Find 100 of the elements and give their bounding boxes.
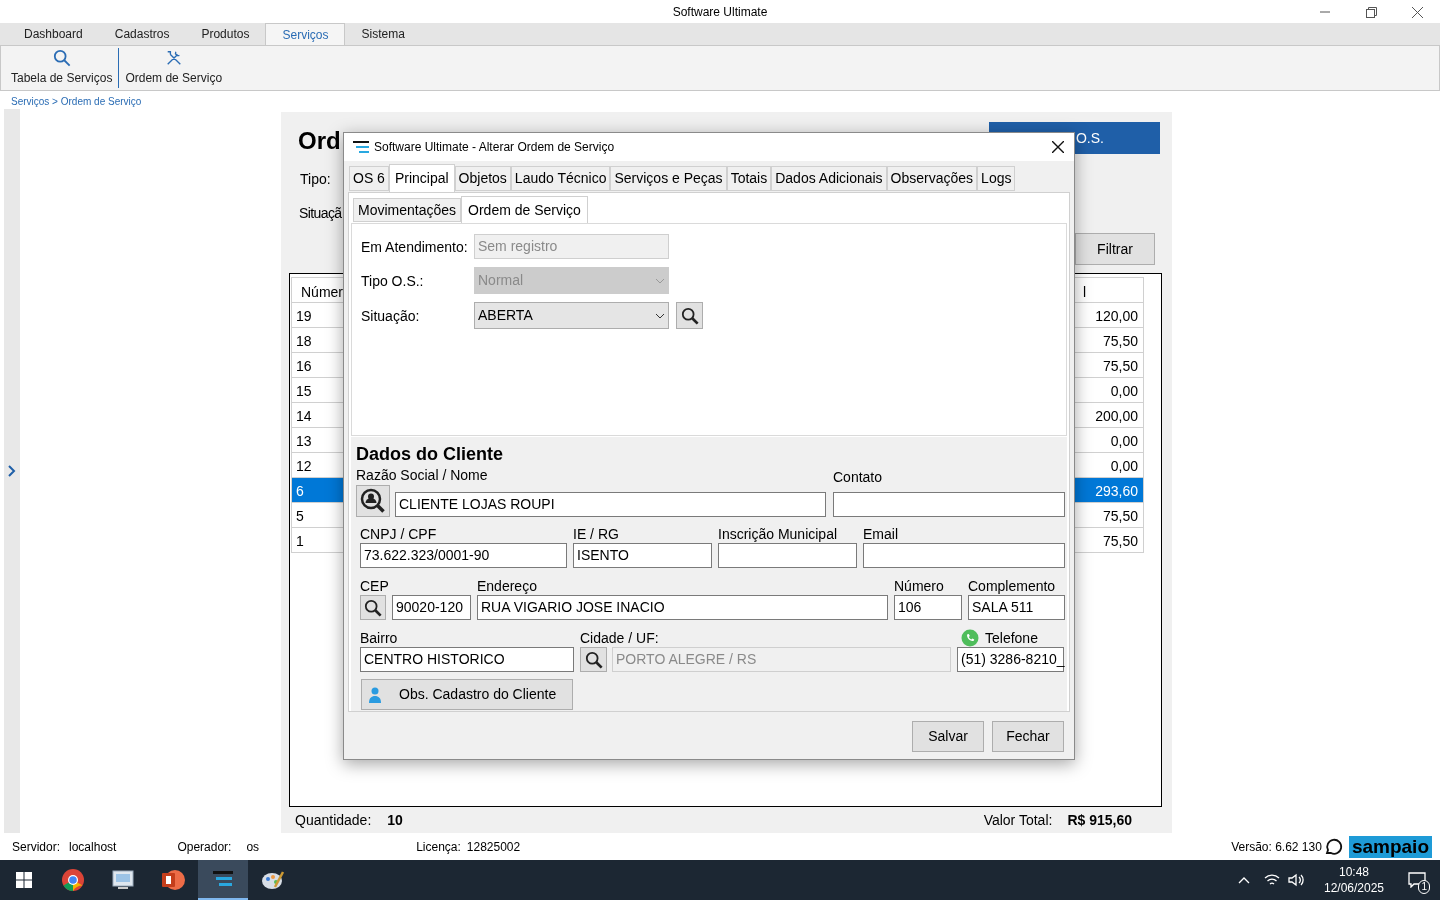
speaker-icon[interactable] — [1288, 873, 1306, 887]
chevron-right-icon[interactable] — [8, 465, 16, 478]
notifications-button[interactable]: 1 — [1394, 860, 1440, 900]
status-label: Operador: — [177, 838, 232, 856]
quantity-value: 10 — [387, 810, 403, 830]
phone-chat-icon — [961, 629, 979, 647]
field-label: Em Atendimento: — [361, 237, 469, 256]
menu-tab[interactable]: Produtos — [185, 23, 266, 45]
dialog-tab[interactable]: Serviços e Peças — [610, 166, 727, 191]
field-label: Tipo: — [300, 170, 331, 189]
dialog-tab[interactable]: OS 6 — [349, 166, 389, 191]
dropdown[interactable]: ABERTA — [474, 302, 669, 329]
restore-icon — [1365, 6, 1377, 18]
field-label: Endereço — [477, 577, 538, 595]
clock[interactable]: 10:48 12/06/2025 — [1318, 864, 1390, 896]
dialog-title: Software Ultimate - Alterar Ordem de Serviço — [374, 139, 615, 156]
text-field[interactable]: 90020-120 — [392, 595, 471, 620]
text-field[interactable] — [833, 492, 1065, 517]
field-label: CEP — [360, 577, 390, 595]
menu-tab[interactable]: Sistema — [345, 23, 421, 45]
field-label: Cidade / UF: — [580, 629, 660, 647]
field-label: IE / RG — [573, 525, 620, 543]
text-field[interactable]: 73.622.323/0001-90 — [360, 543, 567, 568]
subtab[interactable]: Movimentações — [353, 198, 462, 222]
status-label: Licença: — [416, 838, 461, 856]
chevron-up-icon[interactable] — [1238, 876, 1250, 884]
field-label: Número — [894, 577, 945, 595]
dialog-tab[interactable]: Totais — [726, 166, 772, 191]
total-value: R$ 915,60 — [1067, 810, 1132, 830]
field-label: Complemento — [968, 577, 1057, 595]
status-value: os — [246, 838, 260, 856]
chevron-down-icon — [655, 312, 665, 319]
field-label: Email — [863, 525, 899, 543]
text-field[interactable]: CLIENTE LOJAS ROUPI — [395, 492, 826, 517]
dialog-tab[interactable]: Objetos — [454, 166, 511, 191]
menu-tab[interactable]: Cadastros — [98, 23, 186, 45]
field-label: Inscrição Municipal — [718, 525, 839, 543]
status-label: Servidor: — [12, 838, 61, 856]
status-value: localhost — [69, 838, 117, 856]
person-icon — [369, 686, 381, 703]
field-label: Situação: — [361, 306, 421, 325]
search-button[interactable] — [580, 647, 607, 672]
client-notes-button[interactable]: Obs. Cadastro do Cliente — [361, 679, 573, 710]
field-label: Bairro — [360, 629, 399, 647]
text-field[interactable]: RUA VIGARIO JOSE INACIO — [477, 595, 888, 620]
search-button[interactable] — [676, 302, 703, 329]
search-button[interactable] — [360, 595, 386, 620]
active-app-taskbar-icon[interactable] — [198, 860, 248, 900]
search-icon — [52, 49, 71, 68]
ribbon-button[interactable]: Ordem de Serviço — [119, 46, 229, 91]
search-icon — [364, 598, 382, 617]
search-icon — [680, 306, 699, 325]
field-label: Telefone — [985, 629, 1038, 647]
menu-tab[interactable]: Dashboard — [8, 23, 99, 45]
search-icon — [584, 650, 603, 669]
dialog-tab[interactable]: Dados Adicionais — [771, 166, 887, 191]
windows-logo-icon — [16, 872, 32, 888]
breadcrumb: Serviços > Ordem de Serviço — [11, 95, 142, 110]
text-field[interactable] — [863, 543, 1065, 568]
dialog-tab[interactable]: Principal — [388, 164, 455, 192]
status-value: 12825002 — [466, 838, 521, 856]
text-field[interactable] — [718, 543, 857, 568]
notification-count: 1 — [1418, 880, 1430, 894]
menu-tab[interactable]: Serviços — [265, 23, 346, 45]
user-search-icon — [360, 488, 386, 514]
section-title: Dados do Cliente — [356, 444, 504, 464]
column-header: Númer — [300, 283, 344, 303]
client-search-button[interactable] — [356, 485, 390, 517]
app-logo-icon — [353, 140, 369, 154]
field-label: Tipo O.S.: — [361, 271, 425, 290]
total-label: Valor Total: — [983, 810, 1053, 830]
dialog-tab[interactable]: Observações — [886, 166, 978, 191]
field-label: Razão Social / Nome — [356, 466, 489, 484]
dialog-tab[interactable]: Logs — [977, 166, 1016, 191]
version-text: Versão: 6.62 130 — [1231, 838, 1322, 856]
dialog-button[interactable]: Fechar — [992, 721, 1064, 752]
text-field[interactable]: ISENTO — [573, 543, 712, 568]
page-title: Ord — [298, 126, 341, 157]
field-label: Situaçã — [299, 204, 342, 223]
brand-logo: sampaio — [1348, 835, 1432, 858]
filter-button[interactable]: Filtrar — [1075, 233, 1155, 266]
subtab[interactable]: Ordem de Serviço — [461, 196, 588, 223]
text-field[interactable]: CENTRO HISTORICO — [360, 647, 574, 672]
minimize-icon — [1320, 11, 1330, 13]
wifi-icon[interactable] — [1264, 873, 1280, 887]
quantity-label: Quantidade: — [295, 810, 372, 830]
close-button[interactable] — [1050, 139, 1066, 155]
dialog-button[interactable]: Salvar — [912, 721, 984, 752]
dialog-tab[interactable]: Laudo Técnico — [510, 166, 611, 191]
ribbon-button[interactable]: Tabela de Serviços — [5, 46, 119, 91]
field-label: Contato — [833, 468, 884, 486]
text-field[interactable]: (51) 3286-8210_ — [957, 647, 1064, 672]
chevron-down-icon — [655, 277, 665, 284]
close-icon — [1411, 6, 1423, 18]
text-field[interactable]: 106 — [894, 595, 962, 620]
window-title: Software Ultimate — [672, 3, 768, 21]
text-field[interactable]: SALA 511 — [968, 595, 1065, 620]
column-header: l — [1082, 283, 1088, 303]
field-label: CNPJ / CPF — [360, 525, 438, 543]
message-icon — [1408, 872, 1426, 888]
